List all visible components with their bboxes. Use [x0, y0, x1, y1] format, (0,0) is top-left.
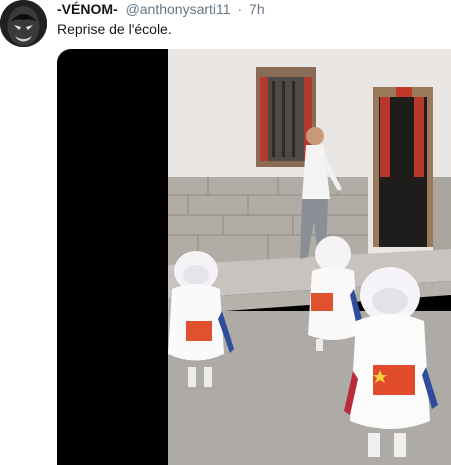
avatar[interactable] — [0, 0, 47, 47]
tweet-text: Reprise de l'école. — [57, 21, 172, 37]
user-handle[interactable]: @anthonysarti11 — [126, 1, 231, 17]
display-name[interactable]: -VÉNOM- — [57, 1, 118, 17]
tweet[interactable]: -VÉNOM- @anthonysarti11 · 7h Reprise de … — [0, 0, 451, 465]
timestamp[interactable]: 7h — [249, 1, 265, 17]
video-frame — [168, 49, 451, 465]
tweet-header: -VÉNOM- @anthonysarti11 · 7h — [57, 0, 265, 18]
profile-avatar-icon — [0, 0, 47, 47]
video-player[interactable] — [57, 49, 451, 465]
separator-dot: · — [237, 1, 243, 17]
